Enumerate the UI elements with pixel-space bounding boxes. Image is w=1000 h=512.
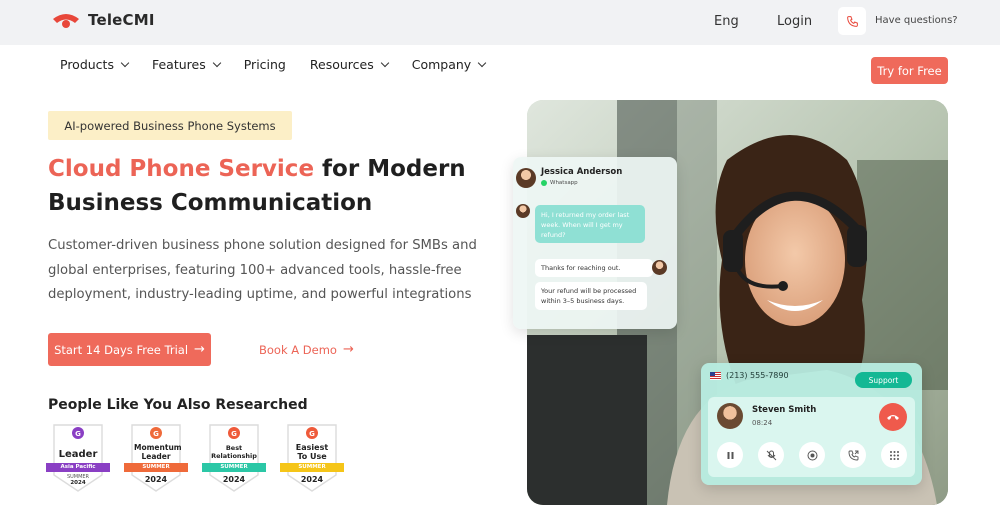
book-demo-label: Book A Demo	[259, 342, 337, 357]
research-title: People Like You Also Researched	[48, 397, 308, 413]
active-call-panel: Steven Smith 08:24	[708, 397, 915, 477]
headline-line2: Business Communication	[48, 190, 373, 216]
nav-label: Company	[411, 57, 472, 72]
mute-icon	[766, 450, 776, 460]
help-text[interactable]: Have questions?	[875, 15, 958, 26]
nav-resources[interactable]: Resources	[309, 57, 389, 72]
logo-mark-icon	[53, 14, 79, 28]
us-flag-icon	[710, 371, 721, 380]
keypad-button[interactable]	[881, 442, 907, 468]
nav-features[interactable]: Features	[151, 57, 221, 72]
g2-badge-momentum-leader: G Momentum Leader SUMMER 2024	[124, 423, 188, 493]
chat-channel-label: Whatsapp	[550, 180, 578, 186]
brand-name: TeleCMI	[88, 11, 155, 29]
g2-badges: G Leader Asia Pacific SUMMER 2024 G Mome…	[46, 423, 344, 493]
mute-button[interactable]	[758, 442, 784, 468]
svg-text:G: G	[75, 430, 81, 438]
nav-label: Pricing	[243, 57, 286, 72]
nav-label: Features	[151, 57, 206, 72]
nav-products[interactable]: Products	[60, 57, 130, 72]
call-widget: (213) 555-7890 Support Steven Smith 08:2…	[701, 363, 922, 485]
g2-badge-best-relationship: G Best Relationship SUMMER 2024	[202, 423, 266, 493]
call-us-button[interactable]	[838, 7, 866, 35]
chat-channel: Whatsapp	[541, 180, 578, 186]
try-for-free-button[interactable]: Try for Free	[871, 57, 948, 84]
agent-avatar	[652, 260, 667, 275]
chevron-down-icon	[477, 58, 487, 68]
telecmi-logo[interactable]: TeleCMI	[50, 10, 155, 30]
svg-text:G: G	[309, 430, 315, 438]
call-number: (213) 555-7890	[710, 371, 789, 380]
badge-ribbon: SUMMER	[124, 463, 188, 472]
chevron-down-icon	[380, 58, 389, 68]
svg-text:G: G	[231, 430, 237, 438]
nav-pricing[interactable]: Pricing	[244, 57, 286, 72]
customer-avatar	[516, 168, 536, 188]
call-number-text: (213) 555-7890	[726, 371, 789, 380]
hero-tag: AI-powered Business Phone Systems	[48, 111, 292, 140]
nav-company[interactable]: Company	[411, 57, 487, 72]
badge-ribbon: SUMMER	[202, 463, 266, 472]
whatsapp-icon	[541, 180, 547, 186]
nav-label: Resources	[309, 57, 374, 72]
badge-year: 2024	[144, 475, 168, 484]
transfer-icon	[848, 450, 858, 460]
pause-button[interactable]	[717, 442, 743, 468]
main-nav: Products Features Pricing Resources Comp…	[60, 57, 487, 72]
chat-contact-name: Jessica Anderson	[541, 167, 623, 177]
chat-widget: Jessica Anderson Whatsapp Hi, I returned…	[513, 157, 677, 329]
incoming-message: Hi, I returned my order last week. When …	[535, 205, 645, 243]
badge-title: Best Relationship	[211, 444, 257, 460]
phone-icon	[846, 15, 858, 27]
badge-year: 2024	[70, 480, 86, 486]
agent-reply: Your refund will be processed within 3–5…	[535, 282, 647, 310]
badge-title: Momentum Leader	[134, 443, 182, 461]
badge-title: Easiest To Use	[295, 443, 329, 461]
top-bar: TeleCMI Eng Login Have questions?	[0, 0, 1000, 45]
transfer-button[interactable]	[840, 442, 866, 468]
chevron-down-icon	[212, 58, 221, 68]
headline-rest: for Modern	[314, 156, 466, 182]
hero-headline: Cloud Phone Service for Modern Business …	[48, 152, 488, 220]
hang-up-icon	[887, 415, 899, 420]
customer-avatar	[516, 204, 530, 218]
g2-badge-easiest-to-use: G Easiest To Use SUMMER 2024	[280, 423, 344, 493]
svg-text:G: G	[153, 430, 159, 438]
agent-reply: Thanks for reaching out.	[535, 259, 653, 277]
hero-description: Customer-driven business phone solution …	[48, 238, 477, 302]
badge-title: Leader	[58, 449, 98, 460]
support-tag[interactable]: Support	[855, 372, 912, 388]
caller-name: Steven Smith	[752, 405, 817, 415]
arrow-right-icon: →	[194, 342, 205, 357]
badge-ribbon: SUMMER	[280, 463, 344, 472]
login-link[interactable]: Login	[777, 14, 812, 29]
badge-year: 2024	[222, 475, 246, 484]
book-demo-link[interactable]: Book A Demo →	[259, 342, 354, 357]
badge-ribbon: Asia Pacific	[46, 463, 110, 472]
g2-badge-leader: G Leader Asia Pacific SUMMER 2024	[46, 423, 110, 493]
call-duration: 08:24	[752, 419, 773, 427]
chevron-down-icon	[120, 58, 130, 68]
pause-icon	[727, 451, 733, 459]
start-trial-label: Start 14 Days Free Trial	[54, 342, 189, 357]
headline-accent: Cloud Phone Service	[48, 156, 315, 182]
keypad-icon	[889, 450, 899, 460]
arrow-right-icon: →	[342, 342, 354, 357]
start-trial-button[interactable]: Start 14 Days Free Trial →	[48, 333, 211, 366]
caller-avatar	[717, 403, 743, 429]
badge-year: 2024	[300, 475, 324, 484]
hang-up-button[interactable]	[879, 403, 907, 431]
nav-label: Products	[60, 57, 114, 72]
record-icon	[807, 450, 817, 460]
record-button[interactable]	[799, 442, 825, 468]
language-selector[interactable]: Eng	[714, 14, 739, 29]
